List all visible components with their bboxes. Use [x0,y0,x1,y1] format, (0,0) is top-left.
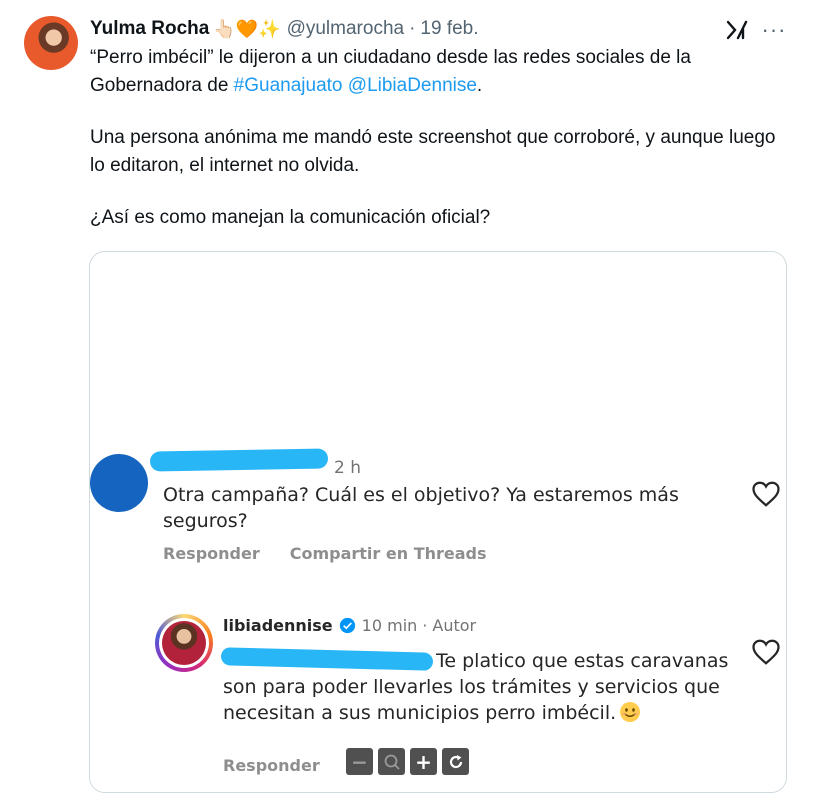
author-label: Autor [432,616,477,635]
magnifier-icon [384,754,400,770]
media-card[interactable]: 2 h Otra campaña? Cuál es el objetivo? Y… [89,251,787,793]
reply-avatar[interactable] [155,614,213,672]
reply-separator: · [422,616,428,635]
tweet-paragraph-3: ¿Así es como manejan la comunicación ofi… [90,207,491,228]
rotate-button[interactable] [442,748,469,775]
reply-reply-button[interactable]: Responder [223,756,320,775]
more-options-icon[interactable]: ··· [760,16,788,44]
zoom-reset-button[interactable] [378,748,405,775]
tweet-paragraph-2: Una persona anónima me mandó este screen… [90,127,776,176]
reply-username[interactable]: libiadennise [223,616,333,635]
share-threads-button[interactable]: Compartir en Threads [290,544,487,563]
comment-reply-button[interactable]: Responder [163,544,260,563]
zoom-in-button[interactable]: + [410,748,437,775]
comment-text: Otra campaña? Cuál es el objetivo? Ya es… [163,484,679,532]
reply-text-content: Te platico que estas caravanas son para … [223,650,729,724]
verified-badge-icon [339,617,355,634]
reply-avatar-photo [162,621,206,665]
heart-icon[interactable] [751,480,781,508]
image-viewer-controls: − + [346,748,469,775]
attached-screenshot[interactable]: 2 h Otra campaña? Cuál es el objetivo? Y… [90,252,786,792]
smiling-face-icon [620,702,641,722]
commenter-avatar-redacted [90,454,148,512]
author-handle[interactable]: @yulmarocha [287,18,405,40]
tweet-header: Yulma Rocha 👆🏻🧡✨ @yulmarocha · 19 feb. [90,16,479,42]
paragraph-1-end: . [476,75,483,96]
reply-time: 10 min [361,616,418,635]
grok-icon[interactable] [725,18,749,42]
author-name[interactable]: Yulma Rocha [90,18,209,40]
comment-actions: Responder Compartir en Threads [163,544,487,563]
comment-time: 2 h [334,458,361,478]
mention-link[interactable]: @LibiaDennise [348,75,477,96]
tweet-text: “Perro imbécil” le dijeron a un ciudadan… [90,44,790,256]
rotate-icon [449,754,462,768]
hashtag-link[interactable]: #Guanajuato [234,75,343,96]
tweet-date[interactable]: 19 feb. [420,18,478,40]
author-avatar[interactable] [24,16,78,70]
author-emojis: 👆🏻🧡✨ [213,18,281,39]
tweet-paragraph-1: “Perro imbécil” le dijeron a un ciudadan… [90,44,790,100]
reply-text: Te platico que estas caravanas son para … [223,648,743,726]
redacted-username-scribble [149,448,329,472]
reply-heart-icon[interactable] [751,638,781,666]
tweet[interactable]: Yulma Rocha 👆🏻🧡✨ @yulmarocha · 19 feb. ·… [0,0,821,793]
header-separator: · [409,18,416,39]
zoom-out-button[interactable]: − [346,748,373,775]
reply-header: libiadennise 10 min · Autor [223,616,476,635]
